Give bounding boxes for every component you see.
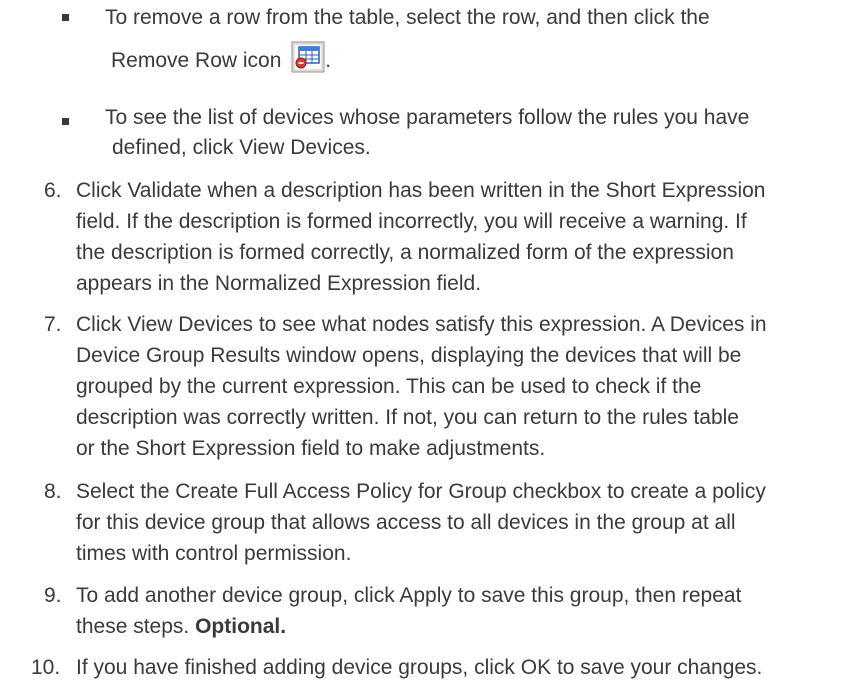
step-line: Select the Create Full Access Policy for… — [76, 480, 766, 503]
bullet-line: defined, click View Devices. — [112, 136, 371, 159]
bullet-marker — [62, 118, 69, 125]
bullet-item-remove-row: To remove a row from the table, select t… — [105, 0, 845, 84]
bullet-marker — [62, 14, 69, 21]
step-text: To add another device group, click Apply… — [76, 580, 866, 642]
step-text: Click Validate when a description has be… — [76, 175, 866, 299]
step-line: or the Short Expression field to make ad… — [76, 437, 546, 460]
step-line: field. If the description is formed inco… — [76, 210, 747, 233]
bullet-line: To remove a row from the table, select t… — [105, 6, 710, 29]
step-line: the description is formed correctly, a n… — [76, 241, 734, 264]
step-number: 10. — [31, 656, 61, 679]
bullet-line: To see the list of devices whose paramet… — [105, 106, 750, 129]
bullet-line-text: Remove Row icon — [111, 49, 282, 72]
step-line: appears in the Normalized Expression fie… — [76, 272, 482, 295]
step-line: Click Validate when a description has be… — [76, 179, 766, 202]
document-page: To remove a row from the table, select t… — [0, 0, 868, 694]
step-line: grouped by the current expression. This … — [76, 375, 702, 398]
optional-label: Optional. — [195, 615, 287, 638]
step-line: times with control permission. — [76, 542, 352, 565]
step-text: Click View Devices to see what nodes sat… — [76, 309, 866, 464]
step-text: If you have finished adding device group… — [76, 652, 866, 683]
step-line: for this device group that allows access… — [76, 511, 736, 534]
step-line-text: these steps. — [76, 615, 190, 638]
bullet-item-view-devices: To see the list of devices whose paramet… — [105, 103, 845, 163]
bullet-line: Remove Row icon . — [105, 41, 845, 84]
step-line: description was correctly written. If no… — [76, 406, 739, 429]
step-line: these steps. Optional. — [76, 611, 866, 642]
step-line: Click View Devices to see what nodes sat… — [76, 313, 767, 336]
step-line: If you have finished adding device group… — [76, 656, 763, 679]
remove-row-icon — [291, 41, 325, 84]
bullet-trailing: . — [325, 49, 332, 72]
step-text: Select the Create Full Access Policy for… — [76, 476, 866, 569]
step-line: Device Group Results window opens, displ… — [76, 344, 742, 367]
step-line: To add another device group, click Apply… — [76, 584, 742, 607]
